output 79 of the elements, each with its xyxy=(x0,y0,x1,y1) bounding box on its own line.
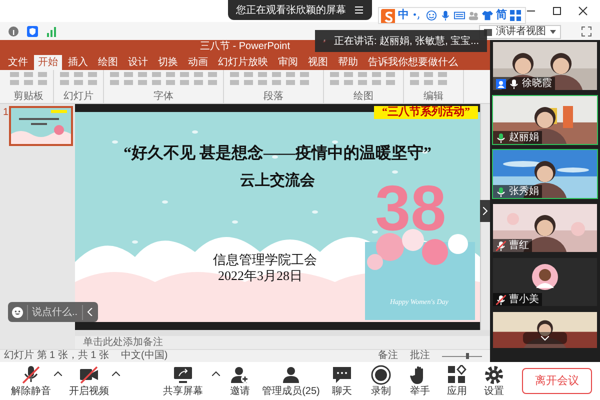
caret-icon[interactable] xyxy=(54,371,62,376)
side-panel-toggle[interactable] xyxy=(480,200,490,222)
scroll-down-button[interactable] xyxy=(523,332,567,344)
ribbon-tab[interactable]: 开始 xyxy=(34,55,62,70)
view-dropdown[interactable]: 演讲者视图 xyxy=(479,25,561,39)
participant-name: 张秀娟 xyxy=(509,186,539,196)
smiley-icon[interactable] xyxy=(426,10,437,21)
ribbon-tab[interactable]: 审阅 xyxy=(274,55,302,70)
ribbon-tab[interactable]: 动画 xyxy=(184,55,212,70)
ribbon-group-label: 绘图 xyxy=(354,92,374,102)
leave-meeting-button[interactable]: 离开会议 xyxy=(522,368,592,394)
toolbar-button[interactable]: 聊天 xyxy=(324,365,360,397)
fullscreen-icon[interactable] xyxy=(581,26,592,36)
participant-name: 赵丽娟 xyxy=(509,132,539,142)
microphone-icon[interactable] xyxy=(440,10,451,21)
slide-organizer: 信息管理学院工会 xyxy=(213,251,317,269)
ribbon-group-label: 字体 xyxy=(154,92,174,102)
input-mode-label[interactable]: 中 xyxy=(398,7,409,24)
ribbon-tab[interactable]: 文件 xyxy=(4,55,32,70)
ribbon-tab[interactable]: 设计 xyxy=(124,55,152,70)
status-button[interactable]: 备注 xyxy=(378,351,398,361)
ribbon-tab[interactable]: 帮助 xyxy=(334,55,362,70)
signal-icon xyxy=(46,26,57,36)
ribbon-group-label: 幻灯片 xyxy=(64,92,94,102)
ribbon-group-label: 段落 xyxy=(264,92,284,102)
status-text: 中文(中国) xyxy=(121,351,168,361)
notes-field[interactable]: 单击此处添加备注 xyxy=(75,336,490,349)
toolbar-button[interactable]: 开启视频 xyxy=(66,365,112,397)
ppt-title: 三八节 - PowerPoint xyxy=(200,42,290,52)
caret-icon[interactable] xyxy=(112,371,120,376)
ribbon-group-label: 编辑 xyxy=(424,92,444,102)
ribbon-tab[interactable]: 绘图 xyxy=(94,55,122,70)
participant-name: 曹小美 xyxy=(509,294,539,304)
info-icon[interactable] xyxy=(8,26,19,36)
grid-icon[interactable] xyxy=(510,10,521,21)
ribbon-tab[interactable]: 幻灯片放映 xyxy=(214,55,272,70)
maximize-icon[interactable] xyxy=(551,5,563,17)
toolbar-button[interactable]: 举手 xyxy=(402,365,438,397)
slide-subtitle: 云上交流会 xyxy=(239,171,316,191)
slide-big-number: 38 xyxy=(375,176,446,240)
script-mode-label[interactable]: 简 xyxy=(496,7,507,24)
slide-date: 2022年3月28日 xyxy=(218,267,302,285)
speaking-text: 正在讲话: 赵丽娟, 张敏慧, 宝宝... xyxy=(334,34,479,48)
menu-icon[interactable] xyxy=(354,5,364,15)
shirt-icon[interactable] xyxy=(482,10,493,21)
shield-icon[interactable] xyxy=(27,26,38,36)
zoom-slider[interactable] xyxy=(442,352,482,360)
chevron-down-icon xyxy=(541,336,549,340)
keyboard-icon[interactable] xyxy=(454,10,465,21)
slide-thumbnail[interactable] xyxy=(10,108,71,144)
chevron-right-icon xyxy=(482,207,488,215)
ribbon-tab[interactable]: 切换 xyxy=(154,55,182,70)
ribbon-tab[interactable]: 插入 xyxy=(64,55,92,70)
toolbar-button[interactable]: 设置 xyxy=(476,365,512,397)
toolbar-button[interactable]: 共享屏幕 xyxy=(154,365,212,397)
status-button[interactable]: 批注 xyxy=(410,351,430,361)
toolbar-button[interactable]: 录制 xyxy=(362,365,400,397)
status-text: 幻灯片 第 1 张，共 1 张 xyxy=(4,351,110,361)
chat-field[interactable]: 说点什么... xyxy=(8,302,98,322)
caret-icon[interactable] xyxy=(212,371,220,376)
ribbon-tab[interactable]: 视图 xyxy=(304,55,332,70)
toolbar-button[interactable]: 管理成员(25) xyxy=(260,365,322,397)
caret-icon xyxy=(550,30,556,34)
chevron-left-icon[interactable] xyxy=(87,308,93,316)
avatar xyxy=(532,264,558,290)
ribbon-group-label: 剪贴板 xyxy=(14,92,44,102)
toolbar-button[interactable]: 解除静音 xyxy=(8,365,54,397)
ribbon-tab[interactable]: 告诉我你想要做什么 xyxy=(364,55,462,70)
participant-name: 曹红 xyxy=(509,240,529,250)
slide-number: 1 xyxy=(3,108,9,118)
slide-banner: “三八节系列活动” xyxy=(374,106,478,119)
slide-title: “好久不见 甚是想念——疫情中的温暖坚守” xyxy=(122,143,432,164)
emoji-icon[interactable] xyxy=(12,306,23,318)
input-method-logo[interactable] xyxy=(381,8,395,22)
participant-name: 徐晓霞 xyxy=(522,78,552,88)
close-icon[interactable] xyxy=(577,5,589,17)
toolbar-button[interactable]: 邀请 xyxy=(222,365,258,397)
banner-text: 您正在观看张欣颖的屏幕 xyxy=(236,4,346,18)
toolbar-button[interactable]: 应用 xyxy=(440,365,474,397)
